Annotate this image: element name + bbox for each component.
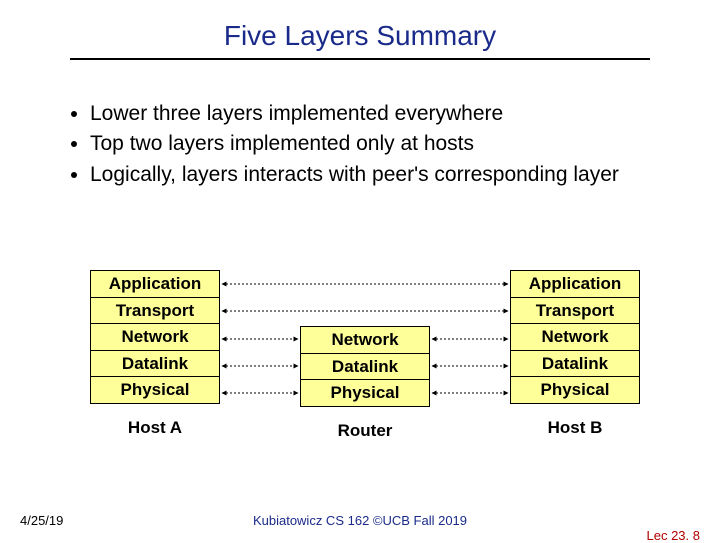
layer-datalink: Datalink [90, 350, 220, 378]
footer-date: 4/25/19 [20, 513, 63, 528]
slide-title: Five Layers Summary [70, 0, 650, 60]
layer-physical: Physical [300, 379, 430, 407]
layer-application: Application [510, 270, 640, 298]
bullet-list: Lower three layers implemented everywher… [50, 100, 670, 189]
layer-datalink: Datalink [510, 350, 640, 378]
host-b-stack: Application Transport Network Datalink P… [510, 270, 640, 438]
host-a-label: Host A [90, 418, 220, 438]
layer-datalink: Datalink [300, 353, 430, 381]
layer-physical: Physical [90, 376, 220, 404]
router-stack: Network Datalink Physical Router [300, 326, 430, 441]
layer-physical: Physical [510, 376, 640, 404]
layer-network: Network [300, 326, 430, 354]
footer-lec: Lec 23. 8 [647, 528, 701, 543]
footer-mid: Kubiatowicz CS 162 ©UCB Fall 2019 [0, 513, 720, 528]
router-label: Router [300, 421, 430, 441]
host-a-stack: Application Transport Network Datalink P… [90, 270, 220, 438]
slide-footer: 4/25/19 Kubiatowicz CS 162 ©UCB Fall 201… [0, 513, 720, 528]
layer-network: Network [90, 323, 220, 351]
bullet-item: Top two layers implemented only at hosts [90, 130, 670, 158]
layer-transport: Transport [90, 297, 220, 325]
host-b-label: Host B [510, 418, 640, 438]
layer-application: Application [90, 270, 220, 298]
bullet-item: Lower three layers implemented everywher… [90, 100, 670, 128]
layer-network: Network [510, 323, 640, 351]
layer-transport: Transport [510, 297, 640, 325]
bullet-item: Logically, layers interacts with peer's … [90, 161, 670, 189]
